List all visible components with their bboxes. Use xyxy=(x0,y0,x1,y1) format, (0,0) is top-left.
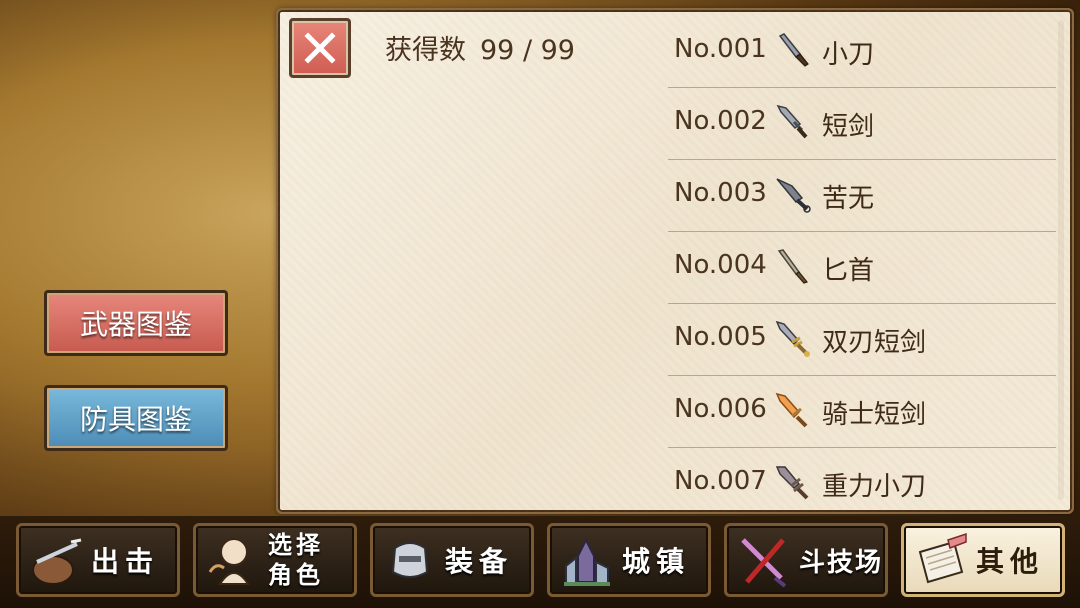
item-number: No.003 xyxy=(674,178,767,208)
tab-equipment[interactable]: 装备 xyxy=(370,523,534,597)
item-number: No.001 xyxy=(674,34,767,64)
item-number: No.006 xyxy=(674,394,767,424)
list-item[interactable]: No.007 重力小刀 xyxy=(668,448,1056,519)
kunai-icon xyxy=(776,178,811,213)
tab-label: 斗技场 xyxy=(799,547,884,578)
close-icon xyxy=(304,32,336,64)
tab-label-line1: 选择 xyxy=(268,531,324,559)
sortie-icon xyxy=(32,538,82,585)
item-number: No.002 xyxy=(674,106,767,136)
dagger-icon xyxy=(777,249,809,284)
item-name: 短剑 xyxy=(822,112,875,142)
tab-label: 出击 xyxy=(91,545,160,578)
item-name: 骑士短剑 xyxy=(822,400,927,430)
tab-other[interactable]: 其他 xyxy=(901,523,1065,597)
gravity-knife-icon xyxy=(775,466,809,500)
item-name: 双刃短剑 xyxy=(822,328,927,358)
other-icon xyxy=(918,532,967,584)
list-item[interactable]: No.003 苦无 xyxy=(668,160,1056,232)
count-label: 获得数 xyxy=(385,35,466,66)
arena-icon xyxy=(741,538,787,588)
list-item[interactable]: No.004 匕首 xyxy=(668,232,1056,304)
knife-icon xyxy=(778,33,809,67)
tab-label: 其他 xyxy=(976,545,1045,578)
character-icon xyxy=(208,538,250,585)
item-name: 苦无 xyxy=(822,184,875,214)
item-name: 重力小刀 xyxy=(822,472,927,502)
town-icon xyxy=(564,537,610,586)
count-value: 99 / 99 xyxy=(480,35,575,66)
equipment-icon xyxy=(391,542,429,578)
short-sword-icon xyxy=(776,104,808,139)
item-name: 小刀 xyxy=(822,40,875,70)
tab-select-character[interactable]: 选择 角色 xyxy=(193,523,357,597)
item-name: 匕首 xyxy=(822,256,875,286)
tab-label-line2: 角色 xyxy=(268,561,324,589)
knight-sword-icon xyxy=(775,392,808,428)
weapon-catalog-button[interactable]: 武器图鉴 xyxy=(44,290,228,356)
tab-label: 选择 角色 xyxy=(268,526,324,594)
item-number: No.005 xyxy=(674,322,767,352)
list-scrollbar[interactable] xyxy=(1058,20,1064,500)
close-button[interactable] xyxy=(289,18,351,78)
item-number: No.007 xyxy=(674,466,767,496)
collection-count: 获得数 99 / 99 xyxy=(385,28,575,67)
armor-catalog-label: 防具图鉴 xyxy=(79,403,192,436)
weapon-catalog-label: 武器图鉴 xyxy=(79,308,192,341)
double-blade-icon xyxy=(775,320,810,357)
tab-label: 装备 xyxy=(445,545,514,578)
tab-arena[interactable]: 斗技场 xyxy=(724,523,888,597)
list-item[interactable]: No.005 双刃短剑 xyxy=(668,304,1056,376)
armor-catalog-button[interactable]: 防具图鉴 xyxy=(44,385,228,451)
item-number: No.004 xyxy=(674,250,767,280)
list-item[interactable]: No.006 骑士短剑 xyxy=(668,376,1056,448)
tab-sortie[interactable]: 出击 xyxy=(16,523,180,597)
tab-town[interactable]: 城镇 xyxy=(547,523,711,597)
list-item[interactable]: No.001 小刀 xyxy=(668,16,1056,88)
list-item[interactable]: No.002 短剑 xyxy=(668,88,1056,160)
tab-label: 城镇 xyxy=(622,545,691,578)
weapon-list: No.001 小刀 No.002 短剑 No.003 苦无 No.004 匕首 xyxy=(668,16,1056,519)
